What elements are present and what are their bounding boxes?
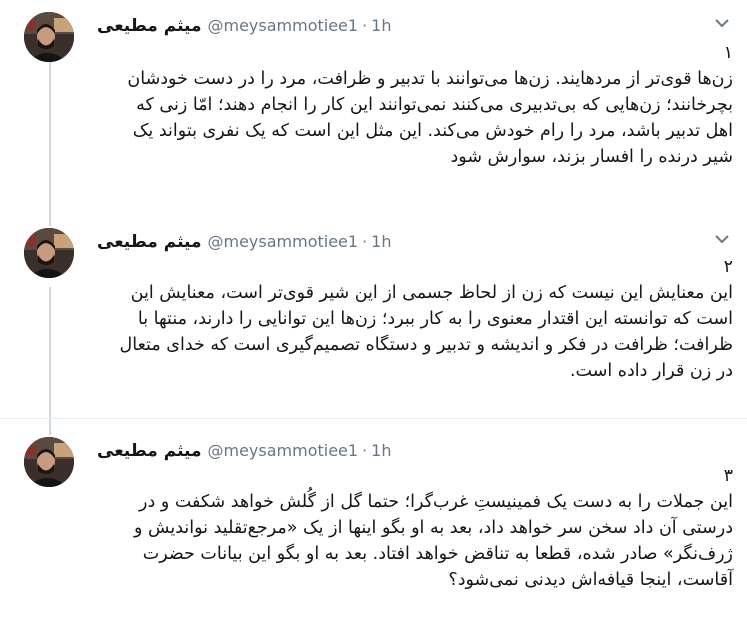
timestamp[interactable]: 1h [371,441,391,460]
separator-dot: · [362,232,368,251]
tweet-number: ۲ [723,257,733,277]
avatar[interactable] [24,437,74,487]
separator-dot: · [362,441,368,460]
tweet-number: ۳ [723,466,733,486]
tweet-line: ژرف‌نگر» صادر شده، قطعا به تناقض خواهد ا… [142,544,733,564]
tweet-line: اهل تدبیر باشد، مرد را رام خودش می‌کند. … [132,121,733,141]
chevron-down-icon[interactable] [713,16,731,30]
tweet[interactable]: میثم مطیعی @meysammotiee1 · 1h ۲ این معنایش… [0,228,747,428]
author-name[interactable]: میثم مطیعی [97,16,201,36]
tweet-line: بچرخانند؛ زن‌هایی که بی‌تدبیری می‌کنند ن… [136,95,733,115]
tweet-line: در زن قرار داده است. [569,361,733,381]
timestamp[interactable]: 1h [371,232,391,251]
timestamp[interactable]: 1h [371,16,391,35]
avatar[interactable] [24,12,74,62]
author-handle[interactable]: @meysammotiee1 [207,16,358,35]
tweet[interactable]: میثم مطیعی @meysammotiee1 · 1h ۳ این جملات … [0,437,747,637]
separator-dot: · [362,16,368,35]
tweet-line: ظرافت؛ ظرافت در فکر و اندیشه و تدبیر و د… [119,335,733,355]
tweet-text: ۳ این جملات را به دست یک فمینیستِ غرب‌گر… [97,463,733,593]
author-handle[interactable]: @meysammotiee1 [207,441,358,460]
tweet-line: درستی آن داد سخن سر خواهد داد، بعد به او… [134,518,733,538]
author-handle[interactable]: @meysammotiee1 [207,232,358,251]
avatar[interactable] [24,228,74,278]
author-name[interactable]: میثم مطیعی [97,441,201,461]
tweet-line: است که توانسته این اقتدار معنوی را به کا… [137,309,733,329]
tweet-text: ۱ زن‌ها قوی‌تر از مردهایند. زن‌ها می‌توا… [97,40,733,170]
tweet-line: شیر درنده را افسار بزند، سوارش شود [450,147,734,167]
tweet-divider [0,418,747,419]
tweet-line: این جملات را به دست یک فمینیستِ غرب‌گرا؛… [139,492,733,512]
tweet-number: ۱ [723,43,733,63]
author-name[interactable]: میثم مطیعی [97,232,201,252]
tweet-text: ۲ این معنایش این نیست که زن از لحاظ جسمی… [97,254,733,384]
tweet[interactable]: میثم مطیعی @meysammotiee1 · 1h ۱ زن‌ها قوی‌… [0,12,747,212]
tweet-line: این معنایش این نیست که زن از لحاظ جسمی ا… [130,283,733,303]
chevron-down-icon[interactable] [713,232,731,246]
tweet-line: آقاست، اینجا قیافه‌اش دیدنی نمی‌شود؟ [448,570,733,590]
tweet-line: زن‌ها قوی‌تر از مردهایند. زن‌ها می‌توانن… [127,69,733,89]
